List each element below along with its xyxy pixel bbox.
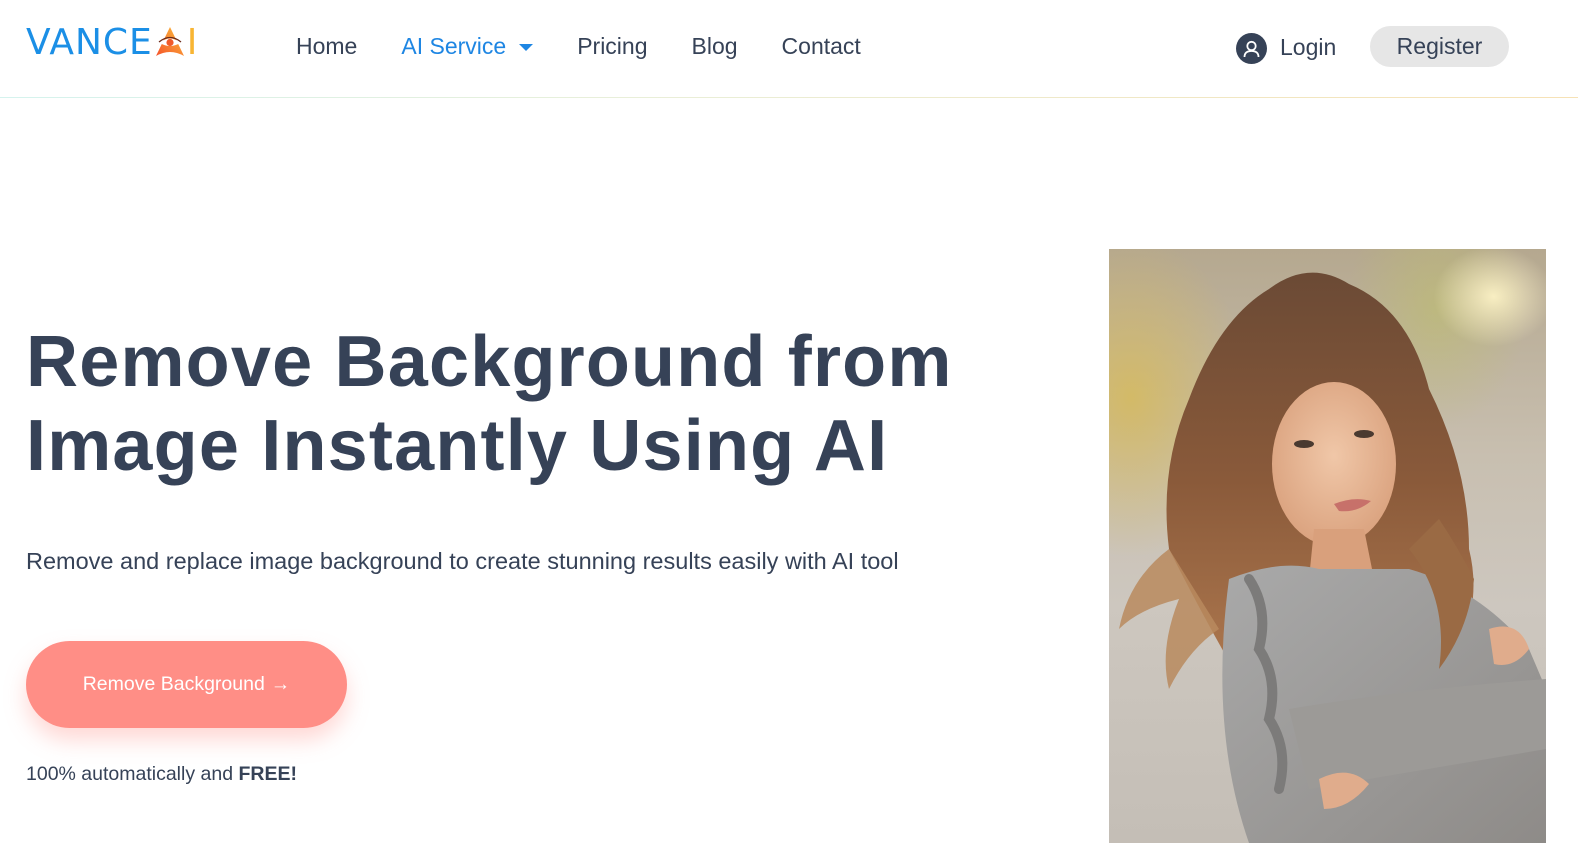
site-header: VANCE I Home AI Service Pricing Blog Con…	[0, 0, 1578, 98]
nav-ai-service[interactable]: AI Service	[401, 30, 534, 62]
nav-pricing[interactable]: Pricing	[577, 30, 647, 62]
arrow-right-icon: →	[270, 673, 291, 695]
nav-contact[interactable]: Contact	[782, 30, 861, 62]
logo-wordmark: VANCE	[26, 22, 153, 63]
portrait-illustration	[1119, 272, 1546, 843]
nav-contact-label: Contact	[781, 33, 861, 59]
register-button[interactable]: Register	[1370, 26, 1509, 67]
caret-down-icon	[519, 43, 534, 51]
hero-image	[1109, 249, 1546, 843]
remove-background-button[interactable]: Remove Background →	[26, 641, 347, 728]
hero-title: Remove Background from Image Instantly U…	[26, 320, 1086, 488]
nav-pricing-label: Pricing	[577, 33, 648, 59]
hero-title-line-1: Remove Background from	[26, 322, 953, 402]
nav-ai-service-label: AI Service	[401, 33, 507, 59]
nav-blog[interactable]: Blog	[692, 30, 738, 62]
cta-label: Remove Background	[82, 673, 265, 695]
nav-home-label: Home	[296, 33, 358, 59]
free-note: 100% automatically and FREE!	[26, 762, 297, 786]
main-nav: Home AI Service Pricing Blog Contact	[296, 30, 905, 62]
vanceai-logo[interactable]: VANCE I	[26, 24, 197, 62]
user-icon	[1236, 33, 1267, 64]
login-link[interactable]: Login	[1236, 30, 1336, 64]
nav-home[interactable]: Home	[296, 30, 357, 62]
free-note-text: 100% automatically and	[26, 763, 239, 785]
logo-letter-i: I	[186, 22, 198, 63]
hero-subtitle: Remove and replace image background to c…	[26, 548, 899, 574]
header-divider	[0, 97, 1578, 98]
login-label: Login	[1280, 34, 1337, 60]
nav-blog-label: Blog	[691, 33, 738, 59]
free-note-bold: FREE!	[238, 763, 297, 785]
hero-title-line-2: Image Instantly Using AI	[26, 406, 889, 486]
eye-triangle-icon	[155, 27, 184, 56]
